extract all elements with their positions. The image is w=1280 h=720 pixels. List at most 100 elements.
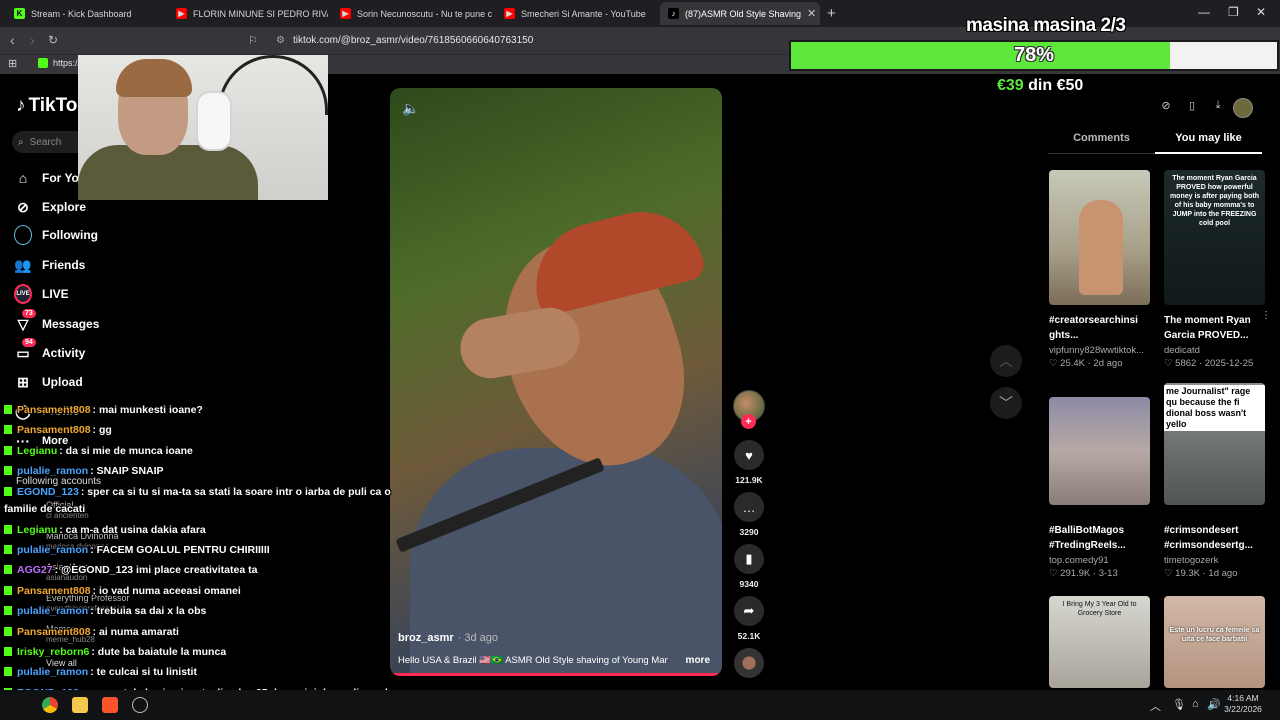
nav-friends[interactable]: 👥 Friends — [14, 256, 85, 274]
site-info-icon[interactable]: ⚙ — [276, 35, 285, 46]
music-disc-icon[interactable] — [734, 648, 764, 678]
tab-comments[interactable]: Comments — [1048, 132, 1155, 154]
nav-explore[interactable]: ⊘ Explore — [14, 198, 86, 216]
nav-label: LIVE — [42, 287, 69, 301]
card-author[interactable]: vipfunny828wwtiktok... — [1049, 345, 1150, 356]
video-thumbnail[interactable] — [1049, 170, 1150, 305]
share-action[interactable]: ➦ 52.1K — [733, 596, 765, 641]
kick-badge-icon — [4, 565, 12, 574]
chat-text: : te culcai si tu linistit — [90, 666, 197, 678]
tab-tiktok[interactable]: ♪ (87)ASMR Old Style Shaving ✕ — [660, 2, 820, 25]
video-thumbnail[interactable]: I Bring My 3 Year Old to Grocery Store — [1049, 596, 1150, 688]
video-thumbnail[interactable] — [1049, 397, 1150, 505]
microphone-icon[interactable]: 🎙 — [1172, 698, 1186, 711]
network-icon[interactable]: ⌂ — [1192, 698, 1199, 710]
device-icon[interactable]: ▯ — [1184, 99, 1200, 112]
new-tab-icon[interactable]: + — [827, 5, 836, 22]
video-author[interactable]: broz_asmr · 3d ago — [398, 632, 498, 644]
card-title[interactable]: #BalliBotMagos #TredingReels... — [1049, 523, 1150, 553]
recommended-video-card[interactable]: I Bring My 3 Year Old to Grocery Store — [1049, 596, 1150, 688]
tab-you-may-like[interactable]: You may like — [1155, 132, 1262, 154]
recommended-video-card[interactable]: #BalliBotMagos #TredingReels... top.come… — [1049, 397, 1150, 579]
nav-following[interactable]: Following — [14, 225, 98, 245]
kick-badge-icon — [4, 606, 12, 615]
card-title[interactable]: #crimsondesert #crimsondesertg... — [1164, 523, 1265, 553]
back-icon[interactable]: ‹ — [10, 32, 15, 48]
chat-username: Pansament808 — [17, 585, 91, 597]
heart-icon[interactable]: ♥ — [734, 440, 764, 470]
chat-text: : FACEM GOALUL PENTRU CHIRIIIII — [90, 544, 270, 556]
more-options-icon[interactable]: ⋮ — [1261, 310, 1271, 321]
bookmark-icon[interactable]: ⚐ — [248, 34, 258, 47]
card-title[interactable]: The moment Ryan Garcia PROVED... — [1164, 313, 1265, 343]
caption-more-button[interactable]: more — [686, 655, 710, 666]
tab-label: (87)ASMR Old Style Shaving — [685, 8, 802, 19]
next-video-icon[interactable]: ﹀ — [990, 387, 1022, 419]
save-action[interactable]: ▮ 9340 — [733, 544, 765, 589]
minimize-icon[interactable]: — — [1198, 5, 1210, 19]
kick-badge-icon — [4, 627, 12, 636]
nav-for-you[interactable]: ⌂ For You — [14, 169, 86, 187]
card-title[interactable]: #creatorsearchinsi ghts... — [1049, 313, 1150, 343]
card-author[interactable]: timetogozerk — [1164, 555, 1265, 566]
video-thumbnail[interactable]: The moment Ryan Garcia PROVED how powerf… — [1164, 170, 1265, 305]
comment-action[interactable]: … 3290 — [733, 492, 765, 537]
tab-youtube-1[interactable]: ▶ FLORIN MINUNE SI PEDRO RIVALII S — [168, 2, 328, 25]
nav-live[interactable]: LIVE LIVE — [14, 284, 69, 304]
user-avatar[interactable] — [1233, 98, 1253, 118]
close-window-icon[interactable]: ✕ — [1256, 5, 1266, 19]
live-icon: LIVE — [14, 284, 32, 304]
nav-upload[interactable]: ⊞ Upload — [14, 373, 83, 391]
recommended-video-card[interactable]: The moment Ryan Garcia PROVED how powerf… — [1164, 170, 1271, 369]
chat-username: AGG27 — [17, 564, 53, 576]
compass-icon[interactable]: ⊘ — [1158, 99, 1174, 112]
video-thumbnail[interactable]: Este un lucru ca femeile sa uita ce face… — [1164, 596, 1265, 688]
download-icon[interactable]: ⤓ — [1210, 99, 1226, 112]
video-progress-bar[interactable] — [390, 673, 722, 676]
tray-chevron-icon[interactable]: ︿ — [1150, 698, 1161, 714]
apps-grid-icon[interactable]: ⊞ — [8, 57, 17, 70]
restore-icon[interactable]: ❐ — [1228, 5, 1239, 19]
previous-video-icon[interactable]: ︿ — [990, 345, 1022, 377]
home-icon: ⌂ — [18, 170, 28, 186]
kick-badge-icon — [4, 405, 12, 414]
reload-icon[interactable]: ↻ — [48, 33, 58, 47]
tab-youtube-2[interactable]: ▶ Sorin Necunoscutu - Nu te pune cu E — [332, 2, 492, 25]
chat-username: Irisky_reborn6 — [17, 646, 90, 658]
taskbar-clock[interactable]: 4:16 AM 3/22/2026 — [1218, 693, 1268, 715]
tab-youtube-3[interactable]: ▶ Smecheri Si Amante - YouTube — [496, 2, 656, 25]
kick-badge-icon — [4, 466, 12, 475]
card-author[interactable]: dedicatd — [1164, 345, 1265, 356]
brave-icon[interactable] — [102, 697, 118, 713]
nav-activity[interactable]: ▭ 94 Activity — [14, 338, 86, 362]
bookmark-save-icon[interactable]: ▮ — [734, 544, 764, 574]
video-thumbnail[interactable]: me Journalist" rage qu because the fi di… — [1164, 383, 1265, 505]
messages-icon: ▽ 73 — [14, 309, 36, 333]
share-icon[interactable]: ➦ — [734, 596, 764, 626]
thumbnail-caption: me Journalist" rage qu because the fi di… — [1164, 385, 1265, 431]
like-action[interactable]: ♥ 121.9K — [733, 440, 765, 485]
kick-icon: K — [14, 8, 25, 19]
video-player[interactable]: 🔈 broz_asmr · 3d ago Hello USA & Brazil 🇺… — [390, 88, 722, 676]
chat-username: EGOND_123 — [17, 486, 79, 498]
chat-message: pulalie_ramon: te culcai si tu linistit — [4, 666, 197, 678]
obs-icon[interactable] — [132, 697, 148, 713]
recommended-video-card[interactable]: me Journalist" rage qu because the fi di… — [1164, 383, 1265, 579]
recommended-video-card[interactable]: Este un lucru ca femeile sa uita ce face… — [1164, 596, 1265, 688]
tab-label: Smecheri Si Amante - YouTube — [521, 8, 646, 19]
chat-message: AGG27: @EGOND_123 imi place creativitate… — [4, 564, 257, 576]
nav-label: Activity — [42, 346, 86, 360]
card-author[interactable]: top.comedy91 — [1049, 555, 1150, 566]
nav-messages[interactable]: ▽ 73 Messages — [14, 309, 99, 333]
file-explorer-icon[interactable] — [72, 697, 88, 713]
comment-icon[interactable]: … — [734, 492, 764, 522]
close-tab-icon[interactable]: ✕ — [807, 7, 816, 20]
url-field[interactable]: ⚙ tiktok.com/@broz_asmr/video/7618560660… — [270, 31, 790, 50]
tab-kick-dashboard[interactable]: K Stream - Kick Dashboard — [6, 2, 166, 25]
follow-plus-icon[interactable]: + — [741, 414, 756, 429]
chrome-icon[interactable] — [42, 697, 58, 713]
recommended-video-card[interactable]: #creatorsearchinsi ghts... vipfunny828ww… — [1049, 170, 1150, 369]
volume-icon[interactable]: 🔈 — [402, 100, 419, 117]
forward-icon[interactable]: › — [30, 32, 35, 48]
mic-arm — [218, 55, 328, 115]
